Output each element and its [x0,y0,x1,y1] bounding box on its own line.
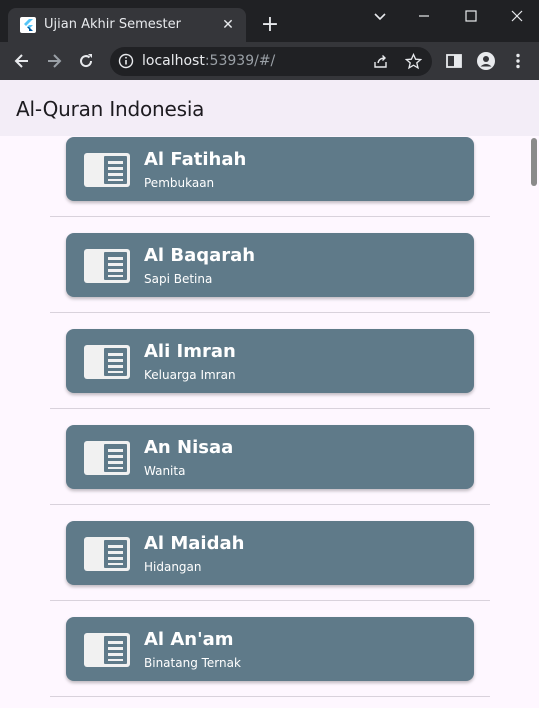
surah-meaning: Wanita [144,464,186,478]
list-divider [50,600,490,601]
maximize-icon[interactable] [461,6,481,26]
surah-name: Ali Imran [144,341,236,362]
close-tab-icon[interactable]: ✕ [220,16,236,32]
surah-meaning: Pembukaan [144,176,215,190]
menu-icon[interactable] [508,51,528,71]
site-info-icon[interactable] [118,53,134,69]
back-icon[interactable] [12,51,32,71]
list-divider [50,312,490,313]
article-icon [84,633,130,667]
surah-meaning: Keluarga Imran [144,368,236,382]
article-icon [84,441,130,475]
tab-search-icon[interactable] [370,6,390,26]
new-tab-button[interactable]: + [260,14,280,36]
app-bar: Al-Quran Indonesia [0,80,539,136]
browser-titlebar: Ujian Akhir Semester ✕ + [0,0,539,42]
scrollbar-thumb[interactable] [531,138,537,186]
list-divider [50,216,490,217]
surah-card[interactable]: Al Baqarah Sapi Betina [66,233,474,297]
surah-card[interactable]: Al An'am Binatang Ternak [66,617,474,681]
list-divider [50,696,490,697]
surah-name: Al Maidah [144,533,245,554]
close-window-icon[interactable] [507,6,527,26]
surah-list-view[interactable]: Al Fatihah Pembukaan Al Baqarah Sapi Betina… [0,136,539,708]
surah-meaning: Binatang Ternak [144,656,241,670]
list-divider [50,504,490,505]
tab-title: Ujian Akhir Semester [44,17,181,32]
surah-name: Al An'am [144,629,234,650]
forward-icon[interactable] [44,51,64,71]
list-divider [50,408,490,409]
share-icon[interactable] [372,53,389,70]
browser-toolbar: localhost:53939/#/ [0,42,539,80]
surah-name: An Nisaa [144,437,234,458]
surah-card[interactable]: An Nisaa Wanita [66,425,474,489]
reload-icon[interactable] [76,51,96,71]
scrollbar[interactable] [529,136,539,708]
article-icon [84,345,130,379]
surah-card[interactable]: Ali Imran Keluarga Imran [66,329,474,393]
minimize-icon[interactable] [414,6,434,26]
bookmark-star-icon[interactable] [405,53,422,70]
url-path: :53939/#/ [204,53,276,69]
side-panel-icon[interactable] [444,51,464,71]
surah-meaning: Hidangan [144,560,202,574]
url-host: localhost [142,53,205,69]
browser-tab[interactable]: Ujian Akhir Semester ✕ [8,8,246,42]
surah-name: Al Baqarah [144,245,256,266]
profile-icon[interactable] [476,51,496,71]
article-icon [84,249,130,283]
flutter-logo-icon [20,17,36,33]
article-icon [84,153,130,187]
surah-name: Al Fatihah [144,149,247,170]
url-text[interactable]: localhost:53939/#/ [142,53,275,69]
address-bar[interactable]: localhost:53939/#/ [110,47,432,76]
surah-card[interactable]: Al Maidah Hidangan [66,521,474,585]
surah-card[interactable]: Al Fatihah Pembukaan [66,137,474,201]
article-icon [84,537,130,571]
page-title: Al-Quran Indonesia [16,97,205,121]
surah-meaning: Sapi Betina [144,272,213,286]
